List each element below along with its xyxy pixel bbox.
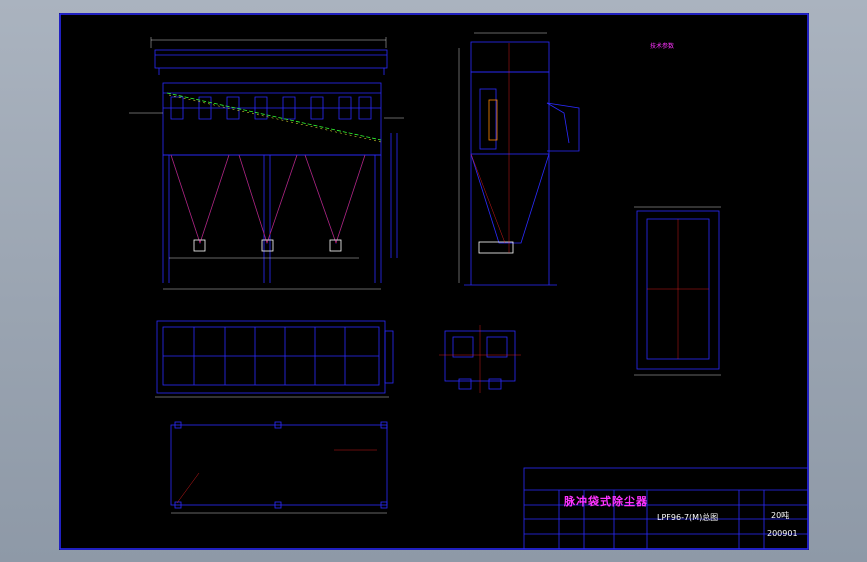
side-elevation (458, 32, 580, 286)
plan-view (155, 320, 394, 398)
drawing-title: 脉冲袋式除尘器 (564, 495, 648, 508)
side-centerlines (470, 43, 510, 253)
cad-drawing (59, 13, 809, 550)
drawing-frame (59, 13, 809, 550)
foundation-plan (170, 421, 388, 509)
drawing-canvas: 脉冲袋式除尘器 LPF96-7(M)总图 20吨 200901 技术参数 (59, 13, 809, 550)
notes-heading: 技术参数 (650, 43, 675, 50)
inlet-gas-line-2 (168, 94, 382, 143)
side-valve (478, 241, 514, 254)
drawing-model: LPF96-7(M)总图 (657, 513, 719, 522)
foundation-leaders (176, 449, 377, 504)
door-detail (634, 206, 721, 376)
drawing-number: 200901 (767, 529, 798, 538)
drawing-weight: 20吨 (771, 511, 790, 520)
hopper-centerlines (170, 154, 366, 244)
hopper-detail-centers (439, 325, 521, 393)
